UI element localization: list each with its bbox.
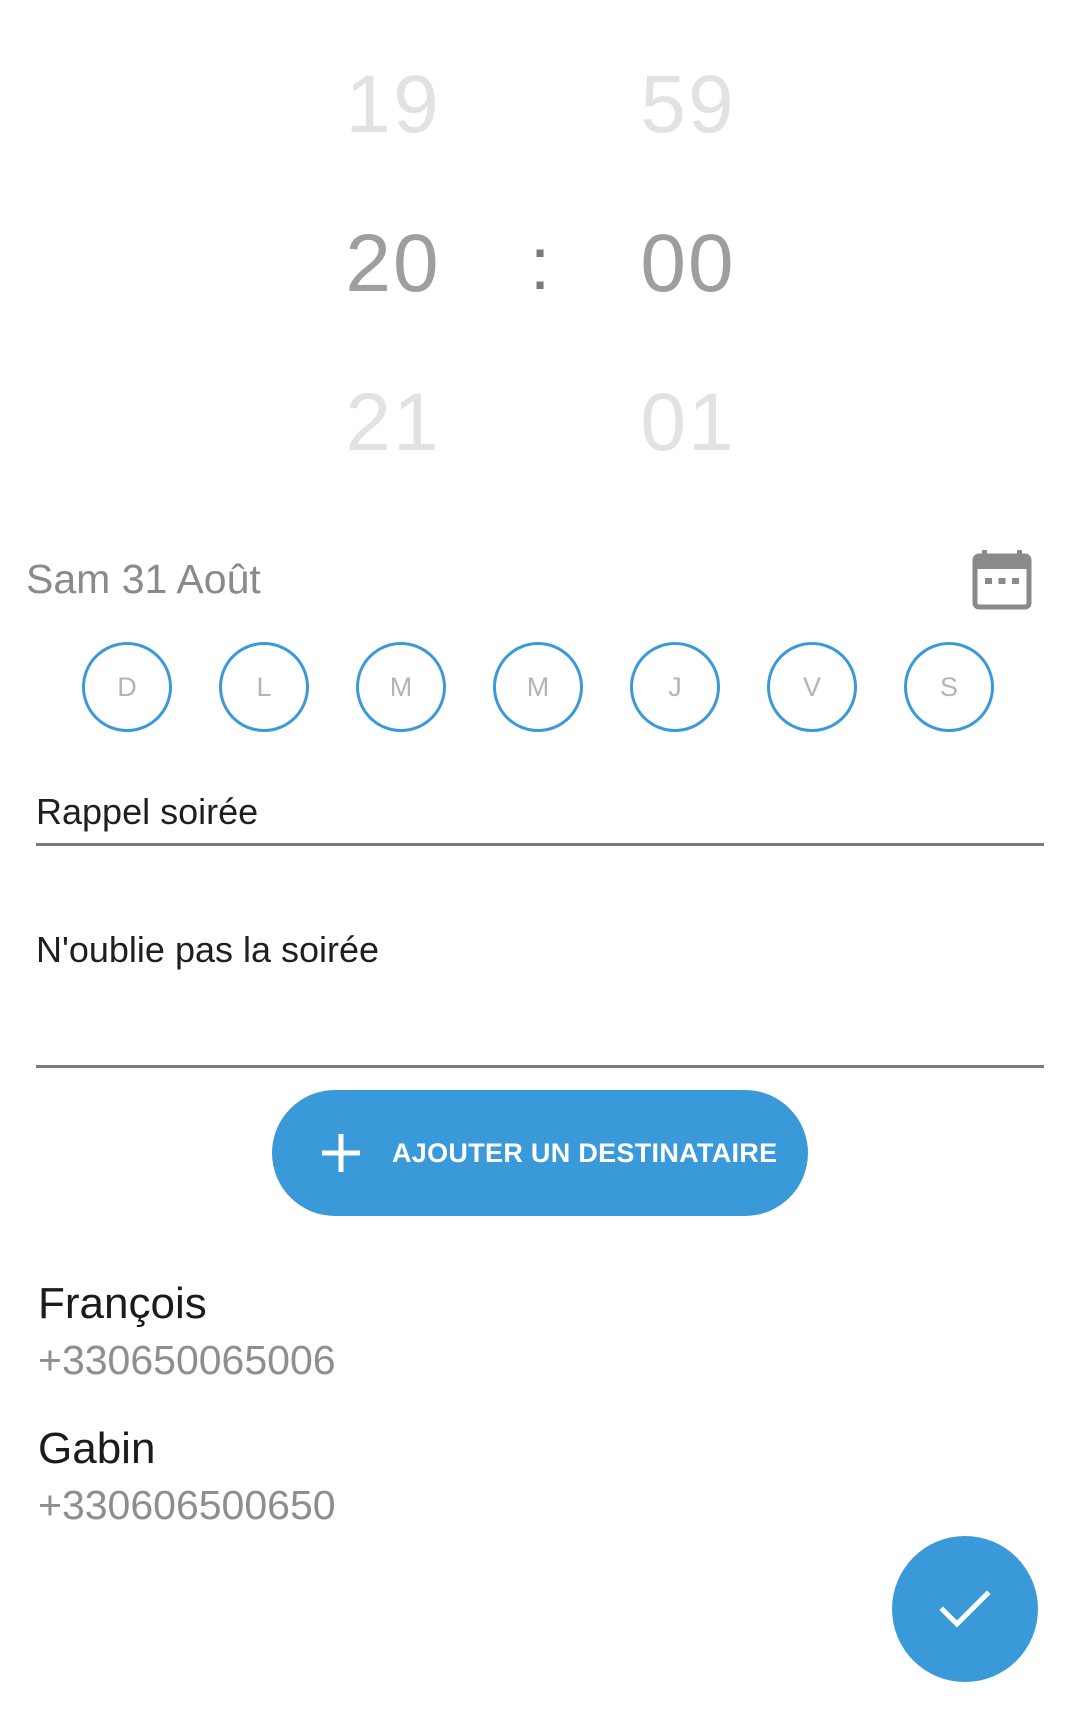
day-toggle-saturday[interactable]: S [904, 642, 994, 732]
day-toggle-thursday[interactable]: J [630, 642, 720, 732]
day-toggle-monday[interactable]: L [219, 642, 309, 732]
day-toggle-tuesday[interactable]: M [356, 642, 446, 732]
hour-selected[interactable]: 20 [293, 214, 493, 314]
minute-selected[interactable]: 00 [588, 214, 788, 314]
recipient-phone: +330606500650 [38, 1482, 336, 1528]
calendar-button[interactable] [972, 548, 1032, 610]
recipient-name: Gabin [38, 1424, 156, 1473]
hour-previous[interactable]: 19 [293, 55, 493, 155]
recipient-name: François [38, 1279, 207, 1328]
recipient-item[interactable]: François +330650065006 [38, 1276, 838, 1386]
check-icon [939, 1590, 991, 1628]
title-field[interactable]: Rappel soirée [36, 786, 1044, 846]
time-separator: : [529, 222, 551, 305]
message-field[interactable]: N'oublie pas la soirée [36, 928, 1044, 1068]
recipient-phone: +330650065006 [38, 1337, 336, 1383]
hour-next[interactable]: 21 [293, 373, 493, 473]
calendar-icon [972, 550, 1032, 610]
minute-next[interactable]: 01 [588, 373, 788, 473]
day-toggle-sunday[interactable]: D [82, 642, 172, 732]
day-toggle-friday[interactable]: V [767, 642, 857, 732]
add-recipient-label: AJOUTER UN DESTINATAIRE [392, 1137, 778, 1168]
day-toggle-wednesday[interactable]: M [493, 642, 583, 732]
confirm-fab-button[interactable] [892, 1536, 1038, 1682]
plus-icon [322, 1134, 360, 1172]
minute-previous[interactable]: 59 [588, 55, 788, 155]
date-label[interactable]: Sam 31 Août [26, 555, 261, 603]
recipient-item[interactable]: Gabin +330606500650 [38, 1421, 838, 1531]
add-recipient-button[interactable]: AJOUTER UN DESTINATAIRE [272, 1090, 808, 1216]
